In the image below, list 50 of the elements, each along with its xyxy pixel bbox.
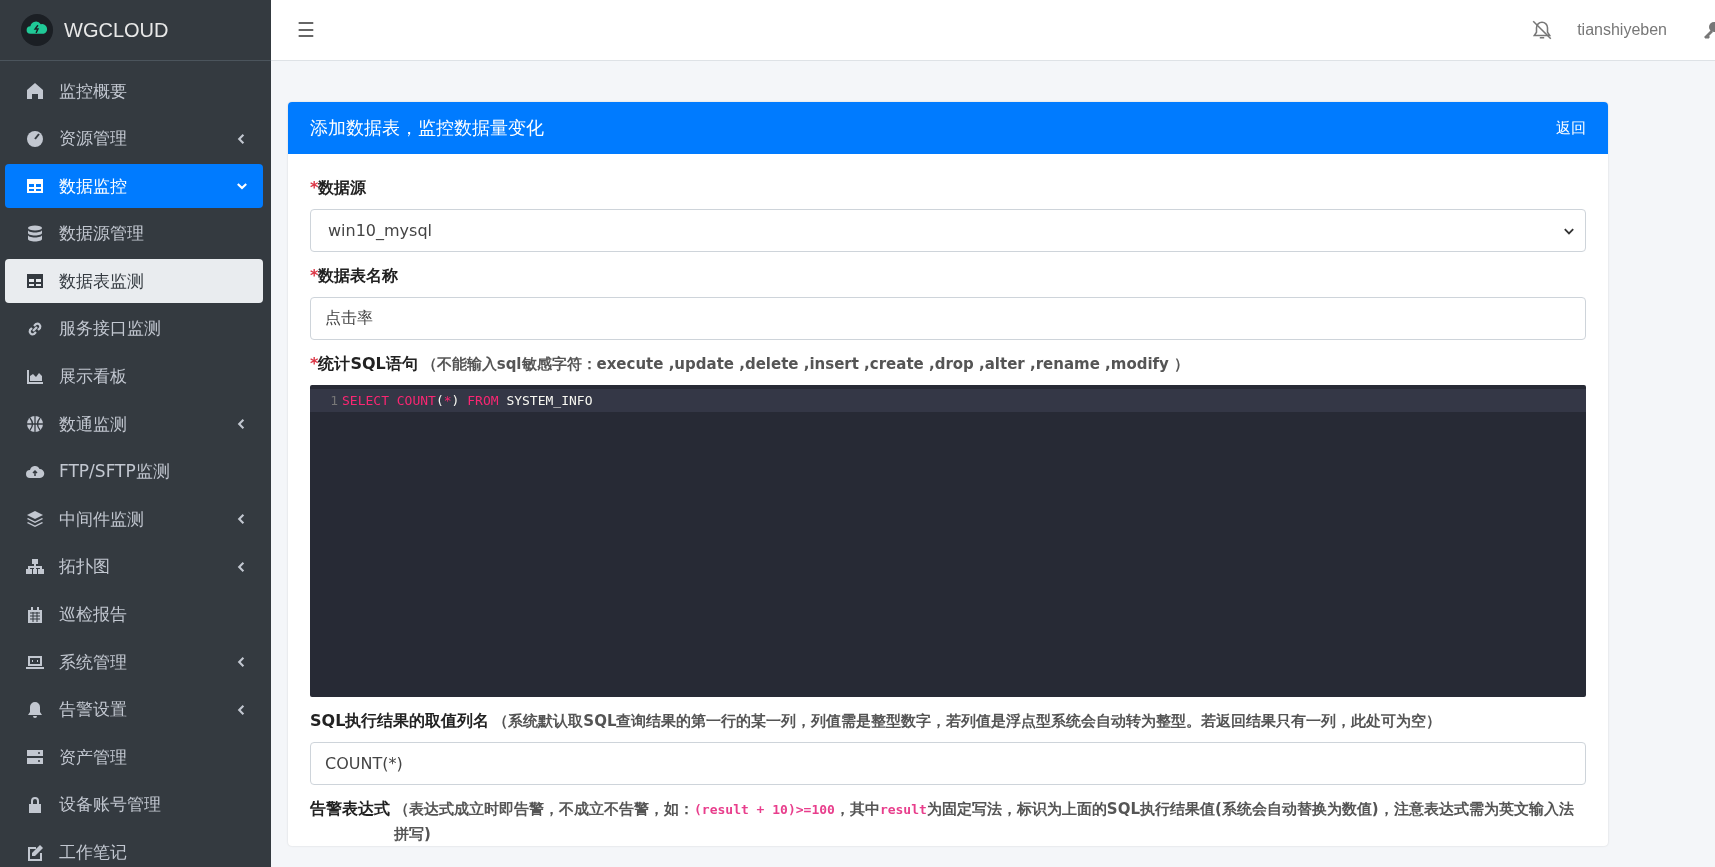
username[interactable]: tianshiyeben — [1577, 21, 1667, 39]
layers-icon — [25, 509, 45, 530]
menu-item[interactable]: 巡检报告 — [5, 592, 263, 637]
menu-item[interactable]: 展示看板 — [5, 354, 263, 399]
menu-item[interactable]: 资源管理 — [5, 116, 263, 161]
menu-item[interactable]: 资产管理 — [5, 735, 263, 780]
home-icon — [25, 81, 45, 101]
menu-item[interactable]: 拓扑图 — [5, 544, 263, 589]
field-label: 告警表达式 — [310, 798, 390, 820]
menu-item[interactable]: 数通监测 — [5, 402, 263, 447]
menu-item[interactable]: 服务接口监测 — [5, 306, 263, 351]
field-hint: （表达式成立时即告警，不成立不告警，如：(result + 10)>=100，其中result为固定写法，标识为上面的SQL执行结果值(系统会自动替换为数值)，注意表达式需为英文输入法拼写) — [394, 799, 1575, 845]
field-label: 数据源 — [318, 177, 367, 199]
menu-button[interactable]: ☰ — [291, 14, 321, 46]
sitemap-icon — [25, 556, 45, 577]
code-line: SELECT COUNT(*) FROM SYSTEM_INFO — [342, 393, 593, 408]
text-input[interactable]: COUNT(*) — [310, 742, 1586, 785]
globe-icon — [25, 414, 45, 435]
required-mark: * — [310, 177, 319, 199]
field-hint: （系统默认取SQL查询结果的第一行的某一列，列值需是整型数字，若列值是浮点型系统会自动转为整型。若返回结果只有一列，此处可为空） — [493, 711, 1442, 732]
menu-item[interactable]: 监控概要 — [5, 69, 263, 113]
back-link[interactable]: 返回 — [1556, 118, 1586, 138]
field-hint: （不能输入sql敏感字符：execute ,update ,delete ,insert ,create ,drop ,alter ,rename ,modify ） — [421, 354, 1190, 375]
datasource-select[interactable]: win10_mysql — [310, 209, 1586, 252]
menu-item[interactable]: 工作笔记 — [5, 830, 263, 867]
line-number: 1 — [329, 393, 339, 408]
code-editor[interactable]: 1 SELECT COUNT(*) FROM SYSTEM_INFO — [310, 385, 1586, 697]
menu-item[interactable]: 告警设置 — [5, 687, 263, 732]
required-mark: * — [310, 353, 319, 375]
edit-icon — [25, 842, 45, 863]
bell-off-icon[interactable] — [1531, 19, 1554, 41]
brand-name: WGCLOUD — [64, 18, 169, 42]
database-icon — [25, 223, 45, 244]
submenu-item[interactable]: 数据表监测 — [5, 259, 263, 304]
field-label: SQL执行结果的取值列名 — [310, 710, 490, 732]
menu-item[interactable]: 设备账号管理 — [5, 782, 263, 827]
cloud-logo-icon — [20, 13, 54, 47]
menu-item[interactable]: 数据监控 — [5, 164, 263, 209]
menu-item[interactable]: 中间件监测 — [5, 497, 263, 542]
menu-item[interactable]: 系统管理 — [5, 640, 263, 685]
submenu-item[interactable]: 数据源管理 — [5, 211, 263, 256]
menu-item[interactable]: FTP/SFTP监测 — [5, 449, 263, 494]
required-mark: * — [310, 265, 319, 287]
field-label: 统计SQL语句 — [318, 353, 418, 375]
calendar-icon — [25, 604, 45, 625]
gauge-icon — [25, 128, 45, 149]
text-input[interactable]: 点击率 — [310, 297, 1586, 340]
bell-icon — [25, 699, 45, 720]
field-label: 数据表名称 — [318, 265, 399, 287]
card-title: 添加数据表，监控数据量变化 — [310, 116, 544, 140]
